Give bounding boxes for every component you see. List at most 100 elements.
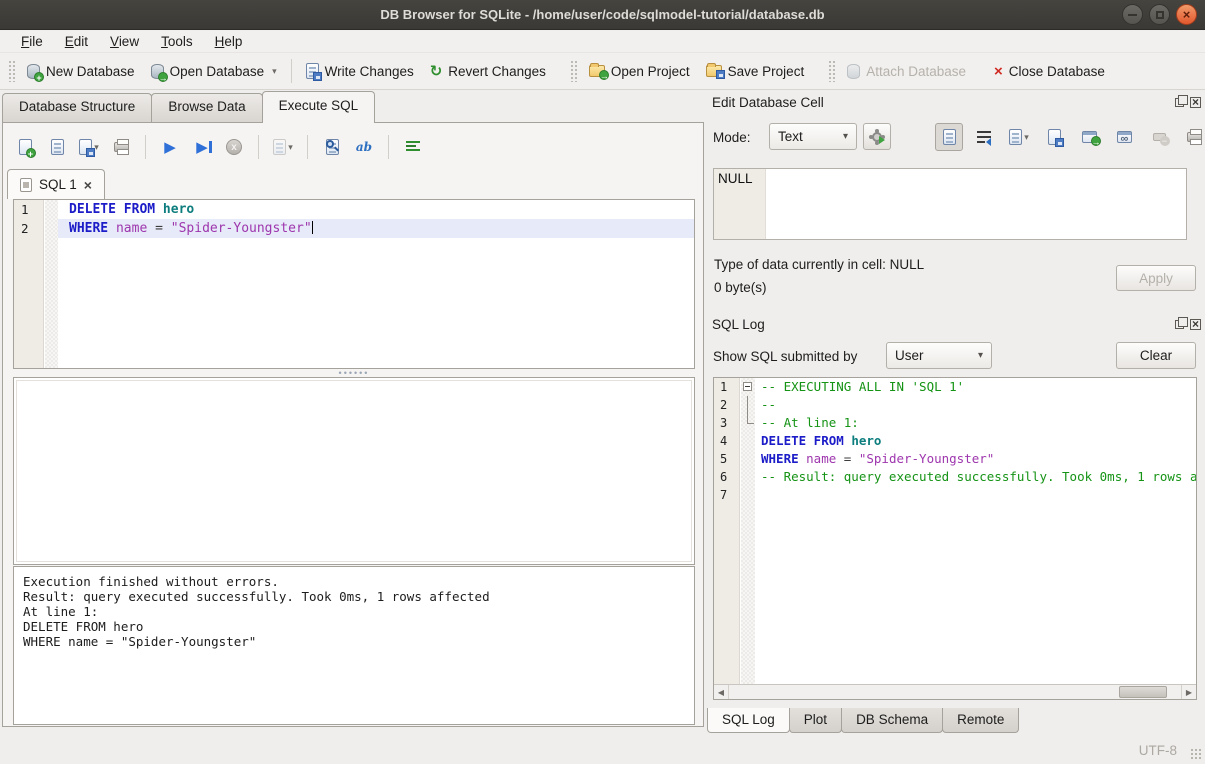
print-sql-button[interactable] [107,133,135,161]
execute-line-icon: ▶ [196,140,208,155]
menu-bar: File Edit View Tools Help [0,31,1205,53]
tab-plot[interactable]: Plot [789,708,842,733]
tab-sql-log[interactable]: SQL Log [707,708,790,733]
cell-size-info: 0 byte(s) [714,280,767,295]
sql-line-1: DELETE FROM hero [58,200,694,219]
sql-log-view[interactable]: 1 2 3 4 5 6 7 -- EXECUTING ALL IN 'SQL 1… [713,377,1197,700]
resize-grip[interactable] [1190,748,1202,760]
revert-changes-button[interactable]: ↻ Revert Changes [422,59,554,84]
word-wrap-button[interactable] [970,123,998,151]
execute-current-line-button[interactable]: ▶ [188,133,216,161]
execute-all-button[interactable]: ▶ [156,133,184,161]
close-database-button[interactable]: × Close Database [986,59,1113,84]
scroll-left-icon[interactable]: ◀ [714,685,729,699]
print-icon [114,142,129,152]
link-icon [1117,131,1132,143]
close-log-dock-icon[interactable]: × [1190,319,1201,330]
log-code-area: -- EXECUTING ALL IN 'SQL 1' -- -- At lin… [755,378,1196,699]
text-mode-toggle[interactable] [935,123,963,151]
sql-tab-close-icon[interactable]: × [84,178,92,192]
tab-remote[interactable]: Remote [942,708,1019,733]
open-in-external-button[interactable]: → [1075,123,1103,151]
minimize-button[interactable] [1122,4,1143,25]
open-database-button[interactable]: → Open Database ▾ [143,59,285,84]
log-filter-select[interactable]: User ▾ [886,342,992,369]
find-in-sql-button[interactable] [318,133,346,161]
app-window: DB Browser for SQLite - /home/user/code/… [0,0,1205,764]
main-tab-bar: Database Structure Browse Data Execute S… [2,93,374,123]
print-cell-button[interactable] [1180,123,1205,151]
menu-edit[interactable]: Edit [54,32,99,51]
log-fold-margin [741,378,755,699]
set-null-button [1145,123,1173,151]
new-sql-tab-button[interactable]: + [11,133,39,161]
left-panel: Database Structure Browse Data Execute S… [0,90,707,764]
write-changes-button[interactable]: Write Changes [298,58,422,84]
gear-icon [872,132,882,142]
toolbar-drag-handle-2[interactable] [570,60,577,82]
log-horizontal-scrollbar[interactable]: ◀ ▶ [714,684,1196,699]
float-log-dock-icon[interactable] [1175,320,1184,329]
maximize-button[interactable] [1149,4,1170,25]
close-dock-icon[interactable]: × [1190,97,1201,108]
encoding-indicator[interactable]: UTF-8 [1139,743,1177,758]
format-sql-button[interactable] [399,133,427,161]
export-icon [1048,129,1061,145]
save-project-icon [706,65,722,77]
stop-execution-button: x [220,133,248,161]
editor-results-splitter[interactable]: •••••• [13,369,695,377]
open-project-button[interactable]: → Open Project [581,59,698,84]
toolbar-drag-handle[interactable] [8,60,15,82]
sql-1-tab[interactable]: SQL 1 × [7,169,105,199]
menu-view[interactable]: View [99,32,150,51]
menu-help[interactable]: Help [204,32,254,51]
word-wrap-icon [977,131,991,143]
menu-file[interactable]: File [10,32,54,51]
close-icon: × [1183,8,1191,21]
copy-link-button[interactable] [1110,123,1138,151]
scroll-right-icon[interactable]: ▶ [1181,685,1196,699]
right-panel: Edit Database Cell × Mode: Text ▾ ▾ → NU… [707,90,1205,764]
tab-browse-data[interactable]: Browse Data [151,93,262,123]
print-cell-icon [1187,132,1202,142]
toolbar-drag-handle-3[interactable] [828,60,835,82]
open-database-dropdown-icon[interactable]: ▾ [272,66,277,77]
save-sql-file-button[interactable]: ▾ [75,133,103,161]
status-bar: UTF-8 [0,740,1205,764]
execute-sql-pane: + ▾ ▶ ▶ x ▾ ab SQL 1 × [2,122,704,727]
close-database-icon: × [994,64,1003,79]
sql-document-icon [20,178,32,192]
apply-button: Apply [1116,265,1196,291]
import-data-button[interactable]: ▾ [1005,123,1033,151]
log-line-numbers: 1 2 3 4 5 6 7 [714,378,740,699]
scrollbar-thumb[interactable] [1119,686,1167,698]
save-project-button[interactable]: Save Project [698,59,813,84]
menu-tools[interactable]: Tools [150,32,204,51]
close-button[interactable]: × [1176,4,1197,25]
new-database-button[interactable]: + New Database [19,59,143,84]
cell-null-indicator: NULL [714,169,766,239]
float-dock-icon[interactable] [1175,98,1184,107]
import-icon [1009,129,1022,145]
combo-arrow-icon: ▾ [978,350,983,361]
sql-editor[interactable]: 1 2 DELETE FROM hero WHERE name = "Spide… [13,199,695,369]
cell-value-editor[interactable]: NULL [713,168,1187,240]
combo-arrow-icon: ▾ [843,131,848,142]
apply-settings-button[interactable] [863,123,891,150]
sql-toolbar: + ▾ ▶ ▶ x ▾ ab [11,129,427,165]
mode-select[interactable]: Text ▾ [769,123,857,150]
results-table-pane [13,377,695,565]
cell-editor-toolbar: ▾ → [935,123,1205,151]
word-completion-icon: ab [356,140,372,154]
clear-log-button[interactable]: Clear [1116,342,1196,369]
tab-database-structure[interactable]: Database Structure [2,93,152,123]
open-sql-file-button[interactable] [43,133,71,161]
fold-collapse-icon[interactable] [743,382,752,391]
maximize-icon [1156,11,1164,19]
tab-execute-sql[interactable]: Execute SQL [262,91,376,123]
auto-complete-button[interactable]: ab [350,133,378,161]
export-data-button[interactable] [1040,123,1068,151]
sql-tab-bar: SQL 1 × [7,169,105,199]
tab-db-schema[interactable]: DB Schema [841,708,943,733]
sql-code-area[interactable]: DELETE FROM hero WHERE name = "Spider-Yo… [58,200,694,368]
